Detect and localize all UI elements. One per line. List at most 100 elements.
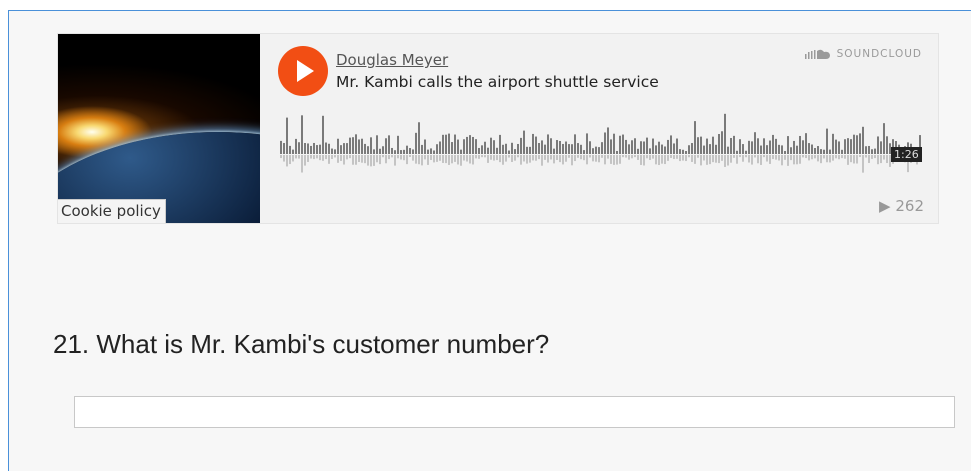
waveform-reflection xyxy=(415,155,417,164)
track-title[interactable]: Mr. Kambi calls the airport shuttle serv… xyxy=(336,73,659,91)
waveform-reflection xyxy=(769,155,771,164)
waveform-bar xyxy=(679,149,681,154)
waveform-reflection xyxy=(670,155,672,158)
waveform-reflection xyxy=(532,155,534,161)
waveform-bar xyxy=(700,136,702,154)
waveform-reflection xyxy=(685,155,687,162)
waveform-reflection xyxy=(622,155,624,158)
waveform-reflection xyxy=(799,155,801,164)
waveform-reflection xyxy=(517,155,519,158)
waveform[interactable] xyxy=(280,110,928,185)
waveform-bar xyxy=(844,139,846,154)
waveform-bar xyxy=(373,149,375,154)
waveform-reflection xyxy=(808,155,810,161)
waveform-reflection xyxy=(460,155,462,166)
waveform-reflection xyxy=(388,155,390,160)
waveform-bar xyxy=(412,149,414,154)
waveform-reflection xyxy=(886,155,888,164)
waveform-bar xyxy=(577,143,579,154)
waveform-bar xyxy=(838,141,840,154)
waveform-bar xyxy=(721,131,723,154)
cookie-policy-link[interactable]: Cookie policy xyxy=(58,199,166,223)
artist-link[interactable]: Douglas Meyer xyxy=(336,51,448,69)
waveform-bar xyxy=(310,145,312,154)
waveform-bar xyxy=(730,137,732,154)
waveform-bar xyxy=(697,137,699,154)
waveform-reflection xyxy=(760,155,762,165)
waveform-bar xyxy=(388,135,390,154)
waveform-bar xyxy=(346,143,348,154)
waveform-reflection xyxy=(607,155,609,159)
waveform-bar xyxy=(289,145,291,154)
waveform-bar xyxy=(793,140,795,154)
waveform-bar xyxy=(466,136,468,154)
waveform-reflection xyxy=(373,155,375,166)
waveform-bar xyxy=(796,145,798,154)
waveform-bar xyxy=(814,148,816,154)
waveform-bar xyxy=(733,135,735,154)
waveform-reflection xyxy=(724,155,726,167)
waveform-reflection xyxy=(370,155,372,167)
waveform-reflection xyxy=(283,155,285,162)
waveform-reflection xyxy=(334,155,336,158)
waveform-reflection xyxy=(709,155,711,165)
waveform-bar xyxy=(481,145,483,154)
waveform-bar xyxy=(604,132,606,154)
waveform-reflection xyxy=(772,155,774,160)
waveform-bar xyxy=(358,139,360,154)
waveform-reflection xyxy=(703,155,705,161)
waveform-bar xyxy=(595,146,597,154)
waveform-bar xyxy=(628,144,630,154)
waveform-reflection xyxy=(649,155,651,160)
waveform-reflection xyxy=(325,155,327,160)
waveform-bar xyxy=(538,143,540,154)
waveform-reflection xyxy=(319,155,321,161)
question-text: 21. What is Mr. Kambi's customer number? xyxy=(53,329,550,359)
waveform-bar xyxy=(514,149,516,154)
waveform-reflection xyxy=(787,155,789,166)
waveform-bar xyxy=(658,141,660,154)
waveform-bar xyxy=(868,145,870,154)
waveform-reflection xyxy=(445,155,447,164)
waveform-reflection xyxy=(424,155,426,160)
waveform-bar xyxy=(319,144,321,154)
waveform-bar xyxy=(331,148,333,154)
waveform-reflection xyxy=(751,155,753,165)
waveform-reflection xyxy=(619,155,621,164)
waveform-bar xyxy=(556,140,558,154)
duration-badge: 1:26 xyxy=(891,147,922,162)
answer-input[interactable] xyxy=(74,396,955,428)
waveform-bar xyxy=(691,143,693,154)
waveform-reflection xyxy=(292,155,294,162)
waveform-reflection xyxy=(400,155,402,160)
waveform-reflection xyxy=(346,155,348,160)
waveform-reflection xyxy=(376,155,378,163)
waveform-bar xyxy=(301,115,303,154)
brand-label: SOUNDCLOUD xyxy=(836,48,922,60)
waveform-bar xyxy=(574,134,576,154)
waveform-bar xyxy=(808,143,810,154)
soundcloud-logo[interactable]: SOUNDCLOUD xyxy=(804,48,922,60)
waveform-reflection xyxy=(658,155,660,166)
waveform-reflection xyxy=(565,155,567,162)
waveform-reflection xyxy=(433,155,435,163)
waveform-bar xyxy=(475,139,477,154)
waveform-bar xyxy=(649,148,651,154)
waveform-bar xyxy=(862,126,864,154)
waveform-bar xyxy=(667,139,669,154)
waveform-reflection xyxy=(850,155,852,163)
waveform-reflection xyxy=(691,155,693,162)
waveform-reflection xyxy=(580,155,582,160)
waveform-reflection xyxy=(367,155,369,166)
waveform-bar xyxy=(709,144,711,154)
waveform-reflection xyxy=(817,155,819,162)
waveform-bar xyxy=(625,139,627,154)
waveform-reflection xyxy=(676,155,678,159)
waveform-bar xyxy=(688,145,690,154)
waveform-reflection xyxy=(310,155,312,159)
waveform-bar xyxy=(664,146,666,154)
waveform-reflection xyxy=(688,155,690,158)
waveform-bar xyxy=(550,138,552,154)
play-button[interactable] xyxy=(278,46,328,96)
waveform-reflection xyxy=(592,155,594,162)
